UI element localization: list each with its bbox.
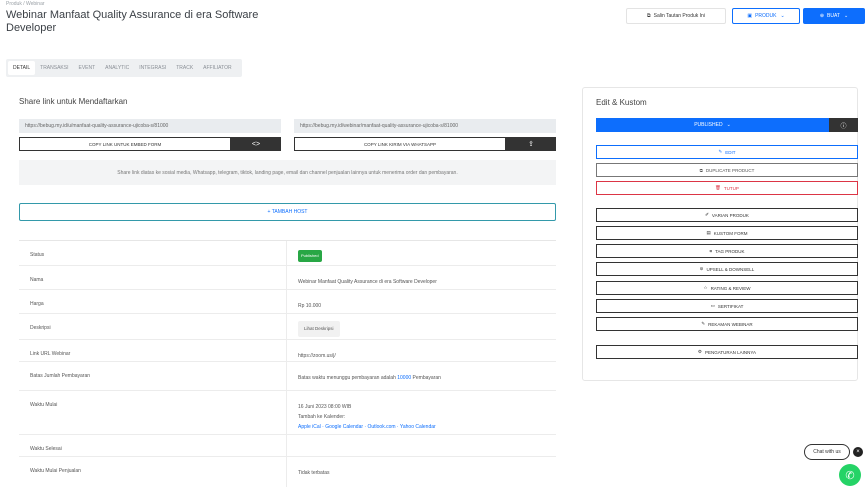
table-row: Deskripsi Lihat Deskripsi	[19, 314, 556, 340]
kustom-form-button[interactable]: ▤ KUSTOM FORM	[596, 226, 858, 240]
tab-transaksi[interactable]: TRANSAKSI	[35, 61, 73, 75]
tab-detail[interactable]: DETAIL	[8, 61, 36, 75]
produk-dropdown-button[interactable]: ▣ PRODUK ⌄	[732, 8, 800, 24]
share-notice: Share link diatas ke sosial media, Whats…	[19, 160, 556, 185]
gear-icon: ⚙	[697, 349, 702, 354]
table-row: Batas Jumlah Pembayaran Batas waktu menu…	[19, 362, 556, 391]
link-icon: ⧉	[647, 13, 651, 19]
tab-track[interactable]: TRACK	[171, 61, 198, 75]
whatsapp-icon[interactable]: ✆	[839, 464, 861, 486]
waktu-penjualan-value: Tidak terbatas	[298, 470, 330, 476]
link-url-label: Link URL Webinar	[30, 351, 71, 357]
certificate-icon: ▭	[710, 303, 715, 308]
chat-with-us-button[interactable]: Chat with us	[804, 444, 850, 460]
table-row: Link URL Webinar https://zoom.us/j/	[19, 340, 556, 362]
copy-product-link-button[interactable]: ⧉ Salin Tautan Produk Ini	[626, 8, 726, 24]
table-row: Waktu Mulai Penjualan Tidak terbatas	[19, 457, 556, 487]
tab-affiliator[interactable]: AFFILIATOR	[198, 61, 236, 75]
product-tabs: DETAIL TRANSAKSI EVENT ANALYTIC INTEGRAS…	[6, 59, 242, 77]
star-icon: ☆	[703, 285, 708, 290]
add-host-button[interactable]: + TAMBAH HOST	[19, 203, 556, 221]
pengaturan-lainnya-button[interactable]: ⚙ PENGATURAN LAINNYA	[596, 345, 858, 359]
tag-produk-button[interactable]: ⌗ TAG PRODUK	[596, 244, 858, 258]
deskripsi-label: Deskripsi	[30, 325, 51, 331]
status-label: Status	[30, 252, 45, 258]
info-icon[interactable]: ⓘ	[829, 118, 858, 132]
published-dropdown-button[interactable]: PUBLISHED ⌄	[596, 118, 829, 132]
batas-value: Batas waktu menunggu pembayaran adalah 1…	[298, 375, 441, 381]
plus-icon: ⊕	[819, 13, 825, 19]
brush-icon: ✐	[705, 212, 709, 217]
copy-embed-link-button[interactable]: COPY LINK UNTUK EMBED FORM	[19, 137, 231, 151]
table-row: Harga Rp 10.000	[19, 290, 556, 314]
batas-count-link[interactable]: 10000	[397, 375, 411, 381]
share-icon[interactable]: ⇪	[506, 137, 556, 151]
rekaman-webinar-button[interactable]: ✎ REKAMAN WEBINAR	[596, 317, 858, 331]
trash-icon: 🗑	[715, 185, 721, 190]
waktu-selesai-label: Waktu Selesai	[30, 446, 62, 452]
harga-label: Harga	[30, 301, 44, 307]
waktu-mulai-label: Waktu Mulai	[30, 402, 58, 408]
whatsapp-link-field[interactable]: https://bebug.my.id/webinar/manfaat-qual…	[294, 119, 556, 133]
embed-link-field[interactable]: https://bebug.my.id/u/manfaat-quality-as…	[19, 119, 281, 133]
box-icon: ▣	[747, 13, 753, 19]
harga-value: Rp 10.000	[298, 303, 322, 309]
table-row: Waktu Selesai	[19, 435, 556, 457]
code-icon[interactable]: <>	[231, 137, 281, 151]
status-badge: Published	[298, 250, 322, 262]
sertifikat-button[interactable]: ▭ SERTIFIKAT	[596, 299, 858, 313]
upsell-downsell-button[interactable]: ⊚ UPSELL & DOWNSELL	[596, 262, 858, 276]
calendar-links[interactable]: Apple iCal · Google Calendar · Outlook.c…	[298, 422, 548, 432]
breadcrumb[interactable]: Produk / Webinar	[6, 1, 45, 7]
chevron-down-icon: ⌄	[780, 13, 785, 19]
table-row: Waktu Mulai 16 Juni 2023 08:00 WIB Tamba…	[19, 391, 556, 435]
duplicate-product-button[interactable]: ⧉ DUPLICATE PRODUCT	[596, 163, 858, 177]
waktu-penjualan-label: Waktu Mulai Penjualan	[30, 468, 81, 474]
edit-panel-title: Edit & Kustom	[596, 98, 647, 107]
up-circle-icon: ⊚	[699, 266, 704, 271]
copy-whatsapp-link-button[interactable]: COPY LINK KIRIM VIA WHATSAPP	[294, 137, 506, 151]
table-row: Nama Webinar Manfaat Quality Assurance d…	[19, 266, 556, 290]
chevron-down-icon: ⌄	[843, 13, 849, 19]
pencil-square-icon: ✎	[701, 321, 706, 326]
chevron-down-icon: ⌄	[726, 122, 731, 128]
rating-review-button[interactable]: ☆ RATING & REVIEW	[596, 281, 858, 295]
edit-button[interactable]: ✎ EDIT	[596, 145, 858, 159]
buat-dropdown-button[interactable]: ⊕ BUAT ⌄	[803, 8, 865, 24]
tab-integrasi[interactable]: INTEGRASI	[134, 61, 171, 75]
pencil-icon: ✎	[718, 149, 723, 154]
tag-icon: ⌗	[709, 248, 713, 254]
share-section-title: Share link untuk Mendaftarkan	[19, 97, 128, 106]
batas-label: Batas Jumlah Pembayaran	[30, 373, 91, 379]
tab-event[interactable]: EVENT	[73, 61, 100, 75]
calendar-note: Tambah ke Kalender:	[298, 414, 346, 420]
nama-label: Nama	[30, 277, 44, 283]
varian-produk-button[interactable]: ✐ VARIAN PRODUK	[596, 208, 858, 222]
file-icon: ▤	[706, 230, 711, 235]
view-description-button[interactable]: Lihat Deskripsi	[298, 321, 340, 337]
product-detail-table: Status Published Nama Webinar Manfaat Qu…	[19, 240, 556, 487]
tab-analytic[interactable]: ANALYTIC	[100, 61, 134, 75]
waktu-mulai-value: 16 Juni 2023 08:00 WIB	[298, 404, 352, 410]
link-url-value[interactable]: https://zoom.us/j/	[298, 351, 548, 361]
page-title: Webinar Manfaat Quality Assurance di era…	[6, 9, 259, 34]
copy-icon: ⧉	[699, 167, 703, 173]
table-row: Status Published	[19, 241, 556, 266]
nama-value: Webinar Manfaat Quality Assurance di era…	[298, 279, 437, 285]
edit-custom-panel: Edit & Kustom PUBLISHED ⌄ ⓘ ✎ EDIT ⧉ DUPLI…	[582, 87, 858, 381]
close-icon[interactable]: ×	[853, 447, 863, 457]
tutup-button[interactable]: 🗑 TUTUP	[596, 181, 858, 195]
